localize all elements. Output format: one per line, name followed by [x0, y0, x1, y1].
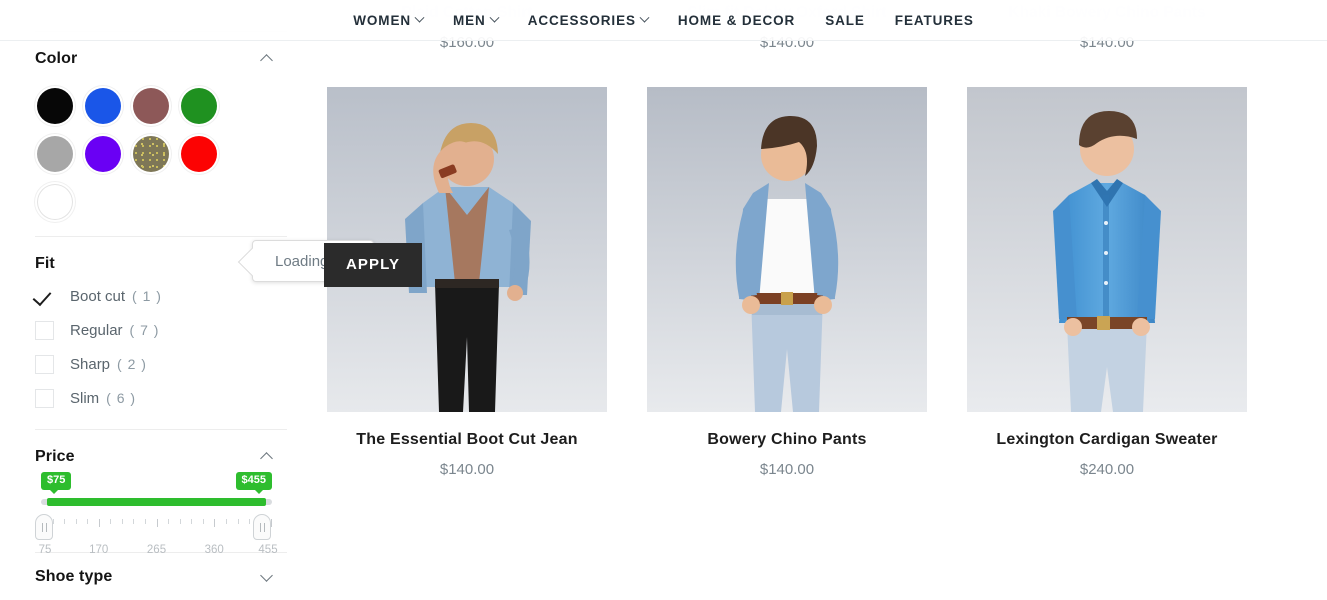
filter-option-label: Boot cut [70, 287, 126, 305]
filter-option-label: Regular [70, 321, 123, 339]
slider-track[interactable] [41, 497, 272, 507]
apply-filters-button[interactable]: APPLY [324, 243, 423, 287]
color-swatch-khaki[interactable] [131, 134, 171, 174]
product-card-lexington-cardigan-sweater[interactable]: Lexington Cardigan Sweater $240.00 [967, 87, 1247, 483]
filter-section-header-shoe-type[interactable]: Shoe type [35, 561, 287, 593]
filter-option-count: ( 1 ) [132, 288, 162, 304]
chevron-down-icon [489, 12, 500, 23]
chevron-up-icon[interactable] [260, 452, 273, 465]
nav-item-women[interactable]: WOMEN [338, 12, 438, 28]
section-title: Fit [35, 255, 55, 272]
nav-item-accessories[interactable]: ACCESSORIES [513, 12, 663, 28]
filter-option-regular[interactable]: Regular ( 7 ) [35, 313, 287, 347]
filter-option-sharp[interactable]: Sharp ( 2 ) [35, 347, 287, 381]
filter-option-boot-cut[interactable]: Boot cut ( 1 ) [35, 279, 287, 313]
product-image[interactable] [967, 87, 1247, 412]
slider-handle-min[interactable] [35, 514, 53, 540]
scale-label: 265 [146, 544, 167, 556]
filter-section-header-color[interactable]: Color [35, 44, 287, 74]
section-title: Color [35, 50, 78, 67]
filter-section-shoe-type: Shoe type [35, 553, 287, 600]
filter-section-header-price[interactable]: Price [35, 442, 287, 472]
scale-label: 455 [258, 544, 278, 556]
product-grid: Plaid Cotton Shirt $160.00 Slim fit Dobb… [327, 0, 1327, 600]
checkmark-icon[interactable] [35, 287, 54, 306]
scale-label: 170 [89, 544, 109, 556]
product-title: Lexington Cardigan Sweater [996, 431, 1218, 448]
price-min-bubble: $75 [41, 472, 72, 494]
filter-option-count: ( 2 ) [117, 356, 147, 372]
nav-item-men[interactable]: MEN [438, 12, 513, 28]
slider-ruler [41, 519, 272, 527]
filter-option-count: ( 6 ) [106, 390, 137, 406]
nav-label: ACCESSORIES [527, 12, 636, 28]
color-swatch-grid [35, 74, 245, 236]
color-swatch-violet[interactable] [83, 134, 123, 174]
product-price: $140.00 [439, 461, 495, 478]
color-swatch-green[interactable] [179, 86, 219, 126]
color-swatch-red[interactable] [179, 134, 219, 174]
color-swatch-white[interactable] [35, 182, 75, 222]
product-image[interactable] [647, 87, 927, 412]
slider-track-fill [47, 498, 266, 506]
checkbox-icon[interactable] [35, 354, 54, 374]
color-swatch-grey[interactable] [35, 134, 75, 174]
main-navigation: WOMEN MEN ACCESSORIES HOME & DECOR SALE … [0, 0, 1327, 41]
checkbox-icon[interactable] [35, 320, 54, 340]
section-title: Price [35, 448, 75, 465]
nav-label: WOMEN [353, 12, 411, 28]
section-title: Shoe type [35, 568, 113, 585]
nav-label: MEN [453, 12, 486, 28]
filter-section-color: Color [35, 32, 287, 236]
product-price: $240.00 [1079, 461, 1135, 478]
product-title: Bowery Chino Pants [707, 431, 867, 448]
filter-option-slim[interactable]: Slim ( 6 ) [35, 381, 287, 415]
scale-label: 360 [204, 544, 224, 556]
checkbox-icon[interactable] [35, 388, 54, 408]
nav-item-features[interactable]: FEATURES [880, 13, 989, 28]
nav-item-home-decor[interactable]: HOME & DECOR [663, 13, 810, 28]
price-range-slider[interactable]: $75 $455 75 170 265 360 455 [35, 472, 278, 556]
color-swatch-blue[interactable] [83, 86, 123, 126]
scale-label: 75 [38, 544, 52, 556]
filter-section-price: Price $75 $455 75 170 265 360 455 [35, 430, 287, 556]
color-swatch-brown[interactable] [131, 86, 171, 126]
filter-option-label: Sharp [70, 355, 111, 373]
product-title: The Essential Boot Cut Jean [356, 431, 578, 448]
chevron-down-icon[interactable] [260, 569, 273, 582]
product-card-bowery-chino-pants[interactable]: Bowery Chino Pants $140.00 [647, 87, 927, 483]
product-row-bottom: The Essential Boot Cut Jean $140.00 Bowe… [327, 87, 1327, 483]
slider-handle-max[interactable] [253, 514, 271, 540]
product-price: $140.00 [759, 461, 815, 478]
chevron-down-icon [639, 12, 650, 23]
color-swatch-black[interactable] [35, 86, 75, 126]
chevron-down-icon [414, 12, 425, 23]
slider-scale-labels: 75 170 265 360 455 [38, 544, 278, 558]
filter-option-count: ( 7 ) [129, 322, 160, 338]
chevron-up-icon[interactable] [260, 54, 273, 67]
filter-option-label: Slim [70, 389, 100, 407]
filter-sidebar: Tops ( 1 ) Color [35, 0, 287, 600]
nav-item-sale[interactable]: SALE [810, 13, 880, 28]
price-max-bubble: $455 [235, 472, 272, 494]
product-listing-page: WOMEN MEN ACCESSORIES HOME & DECOR SALE … [0, 0, 1327, 600]
